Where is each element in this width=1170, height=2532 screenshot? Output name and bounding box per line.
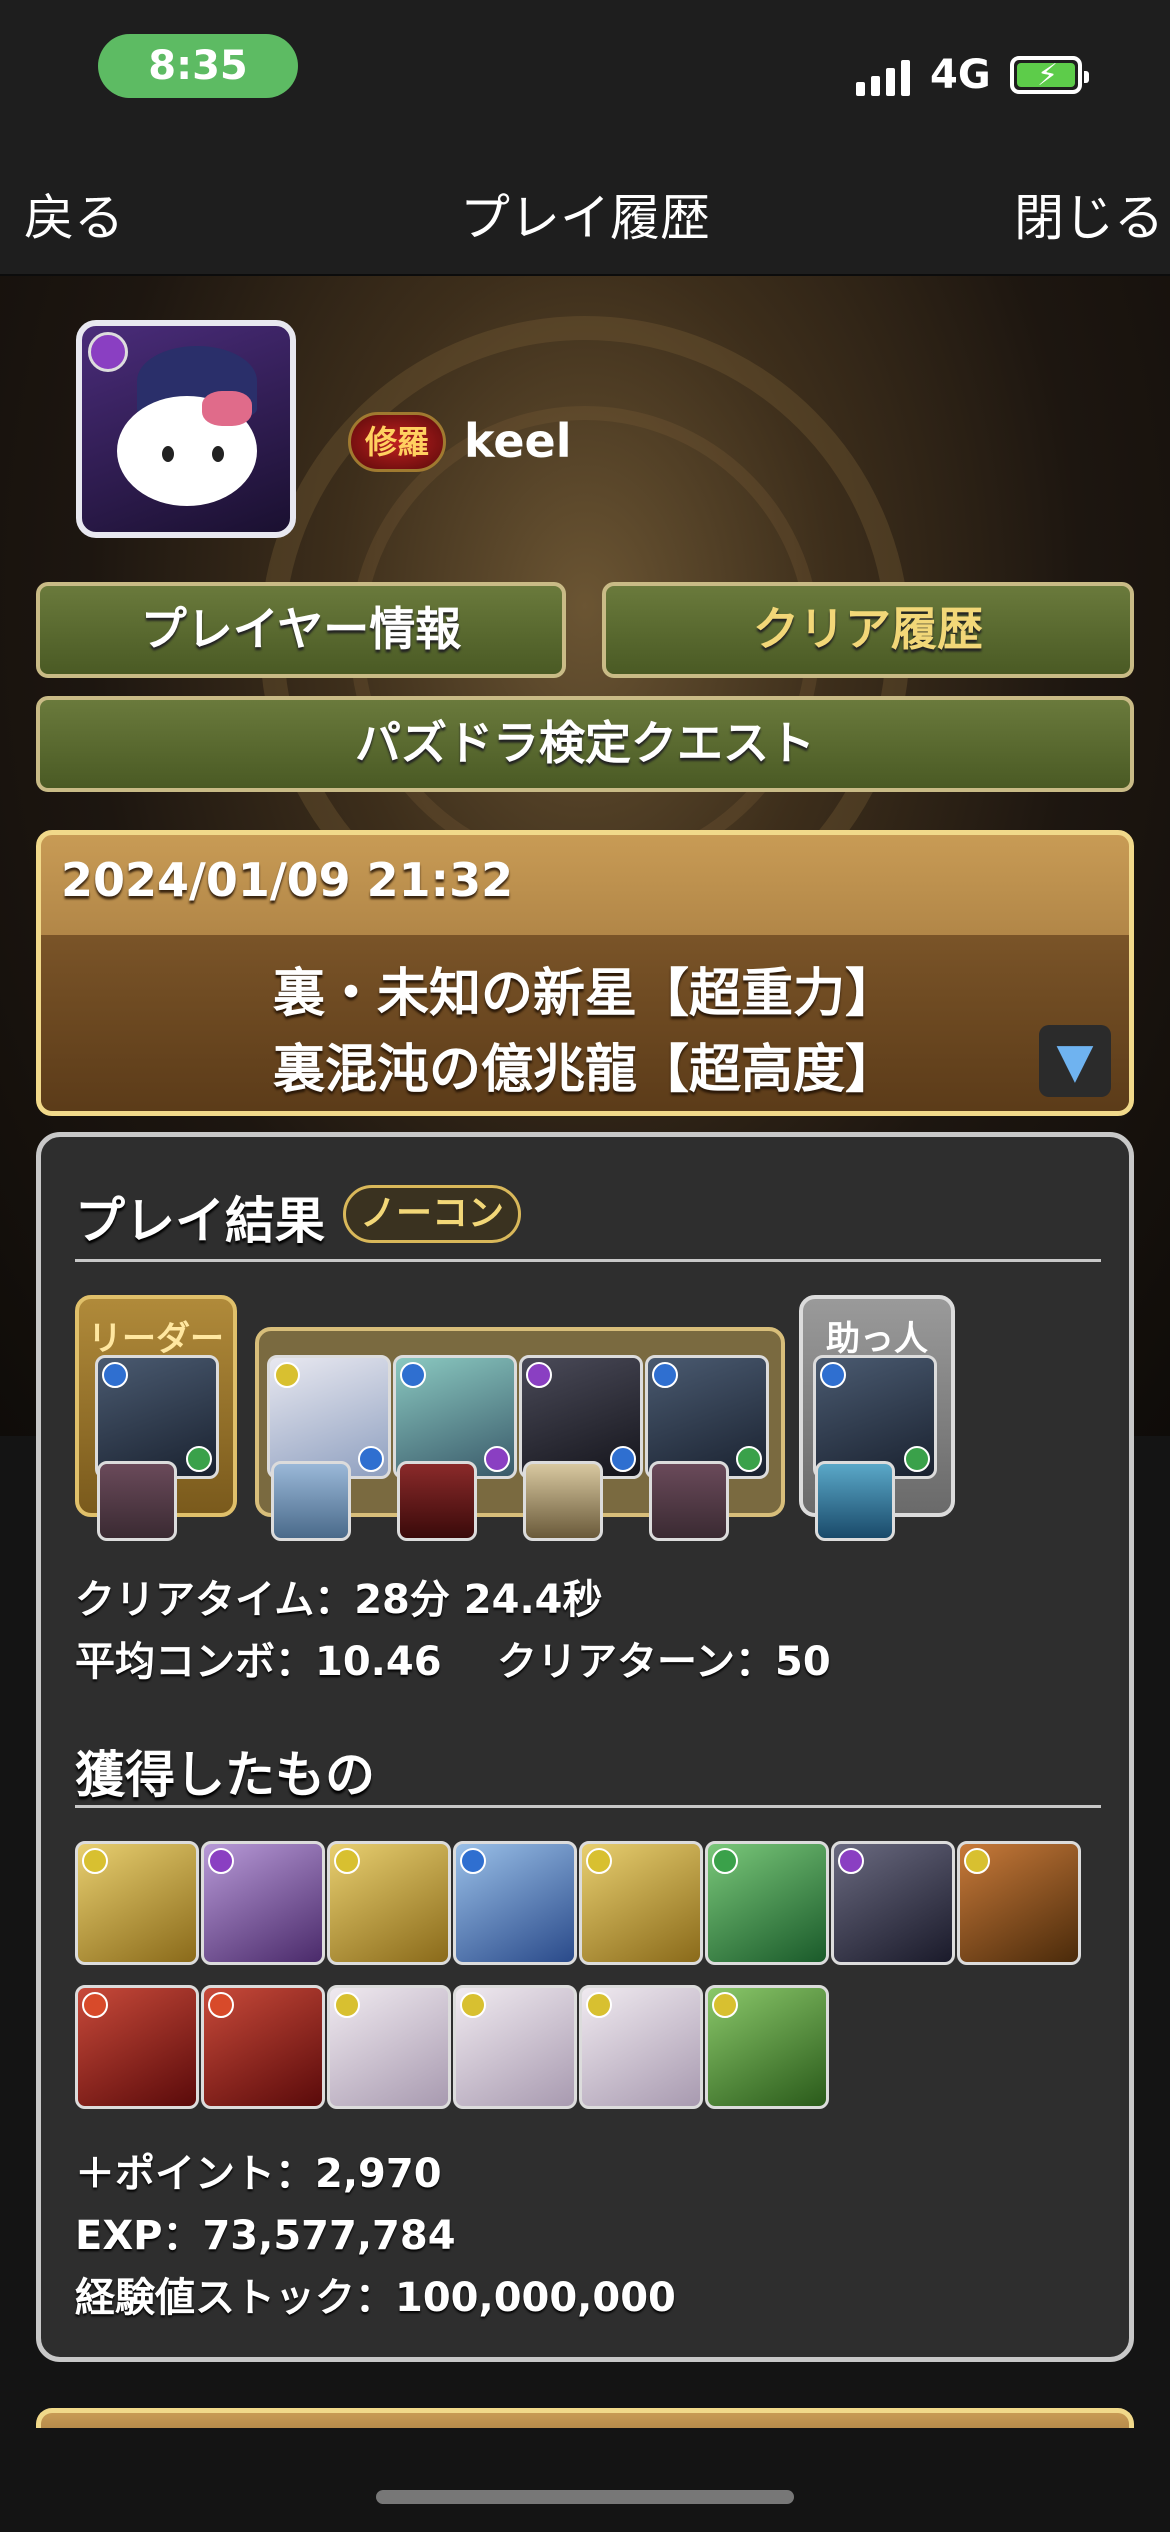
clear-turns: クリアターン：50 — [497, 1639, 831, 1685]
dungeon-name: 裏・未知の新星【超重力】 — [272, 964, 897, 1024]
navigation-bar: 戻る プレイ履歴 閉じる — [0, 150, 1170, 276]
history-entry-card[interactable]: 2024/01/09 21:32 裏・未知の新星【超重力】 裏混沌の億兆龍【超高… — [36, 830, 1134, 1116]
drop-monster[interactable] — [75, 1985, 199, 2109]
drop-monster[interactable] — [831, 1841, 955, 1965]
drop-monster[interactable] — [201, 1841, 325, 1965]
network-type: 4G — [930, 52, 991, 98]
drop-monster[interactable] — [453, 1841, 577, 1965]
tab-clear-history[interactable]: クリア履歴 — [602, 582, 1134, 678]
status-bar: 8:35 4G ⚡ — [0, 0, 1170, 150]
drop-monster[interactable] — [201, 1985, 325, 2109]
assist-card[interactable] — [271, 1461, 351, 1541]
drop-monster[interactable] — [327, 1985, 451, 2109]
bottom-area — [0, 2428, 1170, 2532]
tab-player-info[interactable]: プレイヤー情報 — [36, 582, 566, 678]
drop-monster[interactable] — [453, 1985, 577, 2109]
assist-card[interactable] — [97, 1461, 177, 1541]
triangle-down-icon[interactable]: ▼ — [1039, 1025, 1111, 1097]
points-earned: ＋ポイント：2,970 — [75, 2151, 442, 2197]
home-indicator[interactable] — [376, 2490, 794, 2504]
average-combo: 平均コンボ：10.46 — [75, 1639, 442, 1685]
divider — [75, 1259, 1101, 1262]
username: keel — [464, 414, 572, 468]
drop-monster[interactable] — [75, 1841, 199, 1965]
drop-monster[interactable] — [327, 1841, 451, 1965]
drop-monster[interactable] — [705, 1985, 829, 2109]
avatar[interactable] — [76, 320, 296, 538]
drop-monster[interactable] — [579, 1985, 703, 2109]
assist-card[interactable] — [649, 1461, 729, 1541]
drop-monster[interactable] — [579, 1841, 703, 1965]
floor-name: 裏混沌の億兆龍【超高度】 — [272, 1040, 897, 1100]
status-time: 8:35 — [98, 34, 298, 98]
assist-card[interactable] — [815, 1461, 895, 1541]
rewards-title: 獲得したもの — [75, 1746, 375, 1804]
quest-button[interactable]: パズドラ検定クエスト — [36, 696, 1134, 792]
no-continue-badge: ノーコン — [343, 1185, 521, 1243]
divider — [75, 1805, 1101, 1808]
helper-label: 助っ人 — [826, 1319, 928, 1359]
drop-monster[interactable] — [957, 1841, 1081, 1965]
close-button[interactable]: 閉じる — [1014, 178, 1164, 250]
exp-stock: 経験値ストック：100,000,000 — [75, 2275, 676, 2321]
battery-charging-icon: ⚡ — [1010, 56, 1089, 94]
assist-card[interactable] — [523, 1461, 603, 1541]
result-title: プレイ結果 — [75, 1192, 325, 1250]
leader-label: リーダー — [88, 1319, 224, 1359]
entry-datetime: 2024/01/09 21:32 — [61, 853, 514, 907]
page-title: プレイ履歴 — [460, 189, 710, 247]
rank-badge: 修羅 — [348, 412, 446, 472]
result-panel: プレイ結果 ノーコン リーダー 助っ人 クリアタイム：28分 24.4秒 平均コ… — [36, 1132, 1134, 2362]
exp-earned: EXP：73,577,784 — [75, 2213, 456, 2259]
signal-icon — [856, 58, 910, 96]
drop-monster[interactable] — [705, 1841, 829, 1965]
dark-attribute-icon — [88, 332, 128, 372]
assist-card[interactable] — [397, 1461, 477, 1541]
clear-time: クリアタイム：28分 24.4秒 — [75, 1577, 603, 1623]
